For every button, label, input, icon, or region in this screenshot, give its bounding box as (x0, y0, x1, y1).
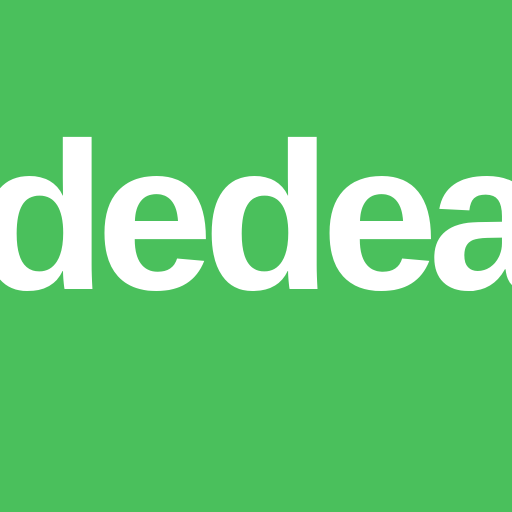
brand-wordmark: dedea (0, 99, 512, 334)
app-icon-tile: dedea (0, 0, 512, 512)
